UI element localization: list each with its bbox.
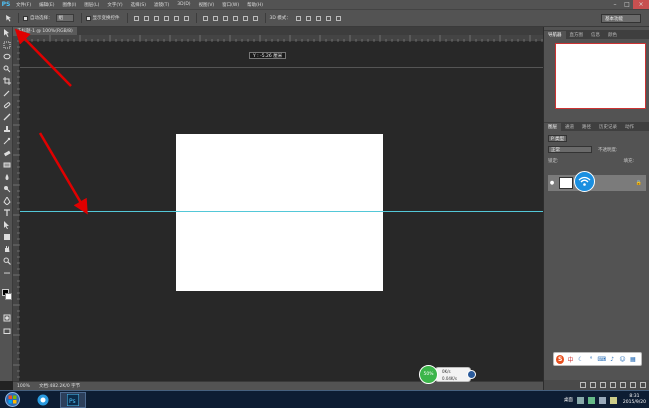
tray-app-icon[interactable] xyxy=(576,396,584,404)
annotation-arrow-middle xyxy=(38,132,88,215)
clock-date: 2015/9/20 xyxy=(622,400,646,405)
start-button[interactable] xyxy=(5,392,20,407)
tray-flag-icon[interactable] xyxy=(609,396,617,404)
desktop-label[interactable]: 桌面 xyxy=(564,397,573,403)
svg-text:Ps: Ps xyxy=(69,398,76,405)
system-tray: 桌面 8:31 2015/9/20 xyxy=(564,391,646,408)
annotation-arrows xyxy=(14,28,88,215)
taskbar: Ps 桌面 8:31 2015/9/20 xyxy=(0,390,649,408)
taskbar-browser-icon[interactable] xyxy=(30,392,56,408)
tray-network-icon[interactable] xyxy=(587,396,595,404)
clock[interactable]: 8:31 2015/9/20 xyxy=(623,394,646,406)
annotation-arrow-top xyxy=(14,28,72,87)
taskbar-photoshop-icon[interactable]: Ps xyxy=(60,391,86,408)
tray-volume-icon[interactable] xyxy=(598,396,606,404)
